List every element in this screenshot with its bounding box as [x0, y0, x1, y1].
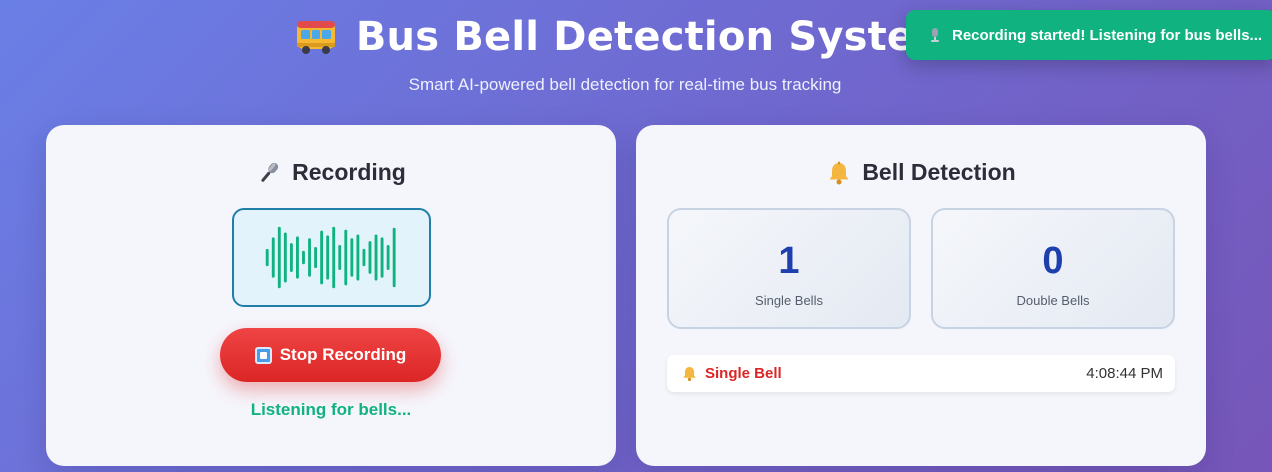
waveform-bar	[308, 238, 311, 277]
detection-log-item: Single Bell 4:08:44 PM	[667, 355, 1175, 392]
waveform-bar	[392, 227, 396, 288]
detection-log-time: 4:08:44 PM	[1086, 365, 1163, 382]
waveform-bar	[271, 237, 275, 278]
bell-icon	[683, 366, 696, 382]
waveform-bar	[320, 230, 324, 285]
double-bells-count: 0	[1042, 240, 1064, 282]
detection-log-type: Single Bell	[705, 365, 782, 382]
single-bells-stat: 1 Single Bells	[667, 208, 911, 329]
waveform-bar	[338, 245, 342, 270]
microphone-icon	[931, 28, 939, 42]
audio-waveform-visualizer	[232, 208, 431, 307]
bell-detection-title-text: Bell Detection	[862, 159, 1016, 185]
waveform-bar	[289, 243, 293, 272]
stop-square-icon	[254, 346, 272, 364]
waveform-bar	[295, 236, 299, 279]
stop-recording-label: Stop Recording	[279, 345, 407, 364]
waveform-bar	[356, 234, 360, 281]
bell-icon	[829, 161, 849, 184]
waveform-bar	[332, 226, 336, 289]
waveform-bar	[302, 250, 305, 265]
single-bells-count: 1	[778, 240, 800, 282]
waveform-bar	[265, 248, 269, 267]
single-bells-label: Single Bells	[755, 293, 823, 308]
double-bells-label: Double Bells	[1016, 293, 1090, 308]
recording-title-text: Recording	[292, 159, 406, 185]
microphone-icon	[261, 162, 279, 182]
bell-detection-card-title: Bell Detection	[636, 159, 1206, 186]
page-title: Bus Bell Detection System	[355, 14, 957, 60]
waveform-bar	[374, 234, 378, 281]
recording-status: Listening for bells...	[250, 400, 412, 419]
waveform-bar	[362, 248, 366, 267]
waveform-bar	[380, 237, 384, 278]
waveform-bar	[344, 229, 348, 286]
bus-icon	[296, 21, 335, 54]
waveform-bar	[350, 238, 354, 277]
waveform-bar	[386, 245, 390, 270]
page-subtitle: Smart AI-powered bell detection for real…	[408, 75, 842, 94]
bell-detection-card: Bell Detection 1 Single Bells 0 Double B…	[636, 125, 1206, 466]
waveform-bar	[283, 232, 287, 283]
waveform-bar	[368, 241, 372, 274]
waveform-bar	[314, 246, 318, 269]
toast-message: Recording started! Listening for bus bel…	[952, 26, 1263, 44]
waveform-bars	[265, 226, 396, 289]
waveform-bar	[277, 226, 281, 289]
recording-card: Recording Stop Recording Listening for b…	[46, 125, 616, 466]
waveform-bar	[326, 235, 330, 280]
recording-card-title: Recording	[46, 159, 616, 186]
recording-started-toast[interactable]: Recording started! Listening for bus bel…	[906, 10, 1272, 60]
stop-recording-button[interactable]: Stop Recording	[220, 328, 441, 382]
double-bells-stat: 0 Double Bells	[931, 208, 1175, 329]
